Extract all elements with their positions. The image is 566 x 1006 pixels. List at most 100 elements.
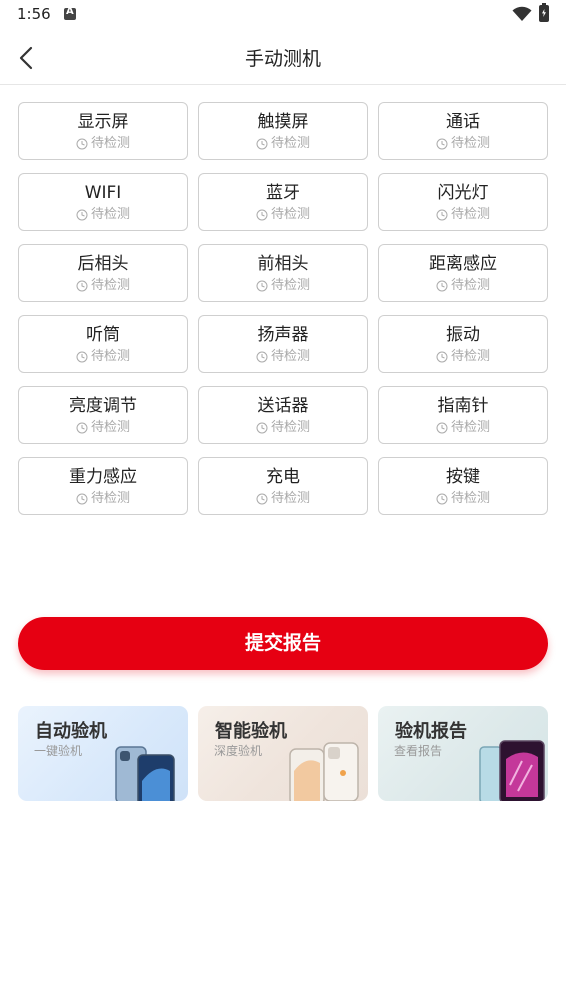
card-subtitle: 深度验机 [214,744,263,758]
test-item-touchscreen[interactable]: 触摸屏 待检测 [198,102,368,160]
test-name: 蓝牙 [266,183,300,203]
phones-image [289,742,359,801]
status-time: 1:56 [17,5,51,23]
clock-icon [436,209,448,221]
clock-icon [436,422,448,434]
auto-inspection-card[interactable]: 自动验机 一键验机 [18,706,188,801]
clock-icon [76,209,88,221]
clock-icon [256,209,268,221]
test-status-text: 待检测 [450,136,490,151]
test-item-call[interactable]: 通话 待检测 [378,102,548,160]
test-status: 待检测 [379,491,547,507]
test-status-text: 待检测 [90,420,130,435]
test-name: 指南针 [437,396,489,416]
test-status: 待检测 [19,420,187,436]
test-status-text: 待检测 [270,420,310,435]
test-status-text: 待检测 [90,136,130,151]
test-item-brightness[interactable]: 亮度调节 待检测 [18,386,188,444]
test-name: 触摸屏 [257,112,309,132]
test-name: 闪光灯 [437,183,489,203]
test-status-text: 待检测 [270,349,310,364]
test-item-rear-camera[interactable]: 后相头 待检测 [18,244,188,302]
page-title: 手动测机 [244,48,321,70]
card-title: 自动验机 [35,721,107,742]
inspection-report-card[interactable]: 验机报告 查看报告 [378,706,548,801]
test-status-text: 待检测 [90,491,130,506]
clock-icon [256,493,268,505]
test-status-text: 待检测 [270,207,310,222]
test-status: 待检测 [199,491,367,507]
test-status: 待检测 [19,278,187,294]
clock-icon [76,351,88,363]
test-status: 待检测 [199,136,367,152]
test-item-display[interactable]: 显示屏 待检测 [18,102,188,160]
app-header: 手动测机 [0,30,566,85]
test-status: 待检测 [199,278,367,294]
submit-report-button[interactable]: 提交报告 [18,617,548,670]
test-name: WIFI [84,183,122,203]
clock-icon [76,138,88,150]
test-name: 充电 [266,467,300,487]
test-status-text: 待检测 [270,136,310,151]
test-name: 显示屏 [77,112,129,132]
test-name: 亮度调节 [69,396,137,416]
wifi-icon [512,6,532,26]
test-name: 后相头 [77,254,129,274]
test-status-text: 待检测 [90,349,130,364]
test-status: 待检测 [19,136,187,152]
test-status-text: 待检测 [270,278,310,293]
tablet-image [479,740,545,801]
test-item-microphone[interactable]: 送话器 待检测 [198,386,368,444]
status-bar: 1:56 [0,0,566,30]
test-item-wifi[interactable]: WIFI 待检测 [18,173,188,231]
clock-icon [436,351,448,363]
test-status: 待检测 [379,349,547,365]
test-status: 待检测 [199,420,367,436]
test-name: 重力感应 [69,467,137,487]
test-status: 待检测 [199,349,367,365]
test-item-speaker[interactable]: 扬声器 待检测 [198,315,368,373]
clock-icon [256,422,268,434]
test-status: 待检测 [199,207,367,223]
test-status: 待检测 [19,491,187,507]
test-item-buttons[interactable]: 按键 待检测 [378,457,548,515]
test-name: 前相头 [257,254,309,274]
test-name: 通话 [446,112,480,132]
test-item-proximity-sensor[interactable]: 距离感应 待检测 [378,244,548,302]
test-item-gravity-sensor[interactable]: 重力感应 待检测 [18,457,188,515]
test-status: 待检测 [19,349,187,365]
test-status: 待检测 [379,207,547,223]
test-name: 送话器 [257,396,309,416]
test-item-front-camera[interactable]: 前相头 待检测 [198,244,368,302]
test-item-compass[interactable]: 指南针 待检测 [378,386,548,444]
test-status-text: 待检测 [450,349,490,364]
card-subtitle: 查看报告 [394,744,443,758]
test-item-charging[interactable]: 充电 待检测 [198,457,368,515]
test-name: 按键 [446,467,480,487]
battery-charging-icon [539,3,549,22]
card-subtitle: 一键验机 [34,744,83,758]
test-status-text: 待检测 [90,207,130,222]
test-item-vibration[interactable]: 振动 待检测 [378,315,548,373]
test-status: 待检测 [19,207,187,223]
test-grid: 显示屏 待检测 触摸屏 待检测 通话 待检测 WIFI 待检测 蓝牙 待检测 闪… [18,102,548,515]
test-status: 待检测 [379,420,547,436]
test-name: 扬声器 [257,325,309,345]
clock-icon [76,280,88,292]
clock-icon [76,422,88,434]
clock-icon [256,280,268,292]
clock-icon [256,351,268,363]
test-status-text: 待检测 [450,491,490,506]
test-status-text: 待检测 [450,420,490,435]
test-status-text: 待检测 [90,278,130,293]
smart-inspection-card[interactable]: 智能验机 深度验机 [198,706,368,801]
card-title: 验机报告 [395,721,467,742]
test-status-text: 待检测 [450,278,490,293]
test-item-flashlight[interactable]: 闪光灯 待检测 [378,173,548,231]
clock-icon [76,493,88,505]
test-item-bluetooth[interactable]: 蓝牙 待检测 [198,173,368,231]
clock-icon [436,493,448,505]
test-name: 振动 [446,325,480,345]
test-status: 待检测 [379,278,547,294]
test-item-earpiece[interactable]: 听筒 待检测 [18,315,188,373]
